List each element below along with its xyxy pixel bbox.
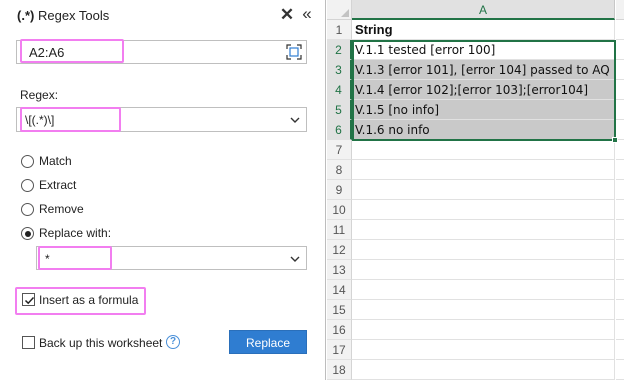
regex-value: \[(.*)\] — [25, 113, 55, 127]
row-header[interactable]: 2 — [327, 40, 352, 60]
table-cell[interactable] — [352, 200, 615, 220]
row-header[interactable]: 6 — [327, 120, 352, 140]
table-cell-next-column[interactable] — [616, 160, 624, 180]
collapse-icon[interactable]: « — [298, 4, 316, 24]
chevron-down-icon[interactable] — [290, 116, 300, 124]
table-cell[interactable]: V.1.4 [error 102];[error 103];[error104] — [352, 80, 615, 100]
row-header[interactable]: 10 — [327, 200, 352, 220]
table-cell[interactable] — [352, 280, 615, 300]
table-cell[interactable]: V.1.1 tested [error 100] — [352, 40, 615, 60]
table-cell-next-column[interactable] — [616, 220, 624, 240]
table-cell[interactable] — [352, 260, 615, 280]
table-cell-next-column[interactable] — [616, 320, 624, 340]
replace-button[interactable]: Replace — [229, 330, 307, 354]
header-cell[interactable]: String — [352, 20, 615, 40]
regex-icon: (.*) — [17, 8, 35, 23]
row-header[interactable]: 4 — [327, 80, 352, 100]
range-input[interactable]: A2:A6 — [16, 40, 307, 64]
row-header[interactable]: 18 — [327, 360, 352, 380]
fill-handle[interactable] — [612, 137, 618, 143]
insert-formula-label[interactable]: Insert as a formula — [39, 293, 138, 307]
replace-with-value: * — [45, 252, 50, 266]
table-cell-next-column[interactable] — [616, 60, 624, 80]
table-cell-next-column[interactable] — [616, 40, 624, 60]
table-cell[interactable] — [352, 300, 615, 320]
table-cell[interactable] — [352, 160, 615, 180]
table-cell-next-column[interactable] — [616, 360, 624, 380]
range-value: A2:A6 — [29, 45, 65, 60]
row-header[interactable]: 1 — [327, 20, 352, 40]
regex-combobox[interactable]: \[(.*)\] — [16, 107, 307, 132]
replace-with-label: Replace with: — [39, 226, 112, 240]
table-cell-next-column[interactable] — [616, 240, 624, 260]
row-header[interactable]: 12 — [327, 240, 352, 260]
row-header[interactable]: 17 — [327, 340, 352, 360]
table-cell[interactable] — [352, 220, 615, 240]
table-cell-next-column[interactable] — [616, 100, 624, 120]
table-cell-next-column[interactable] — [616, 260, 624, 280]
table-cell-next-column[interactable] — [616, 180, 624, 200]
row-header[interactable]: 14 — [327, 280, 352, 300]
row-header[interactable]: 5 — [327, 100, 352, 120]
row-header[interactable]: 7 — [327, 140, 352, 160]
table-cell[interactable] — [352, 320, 615, 340]
remove-label: Remove — [39, 202, 84, 216]
chevron-down-icon[interactable] — [290, 255, 300, 263]
row-header[interactable]: 8 — [327, 160, 352, 180]
table-cell-next-column[interactable] — [616, 140, 624, 160]
close-icon[interactable]: ✕ — [279, 5, 295, 25]
table-cell-next-column[interactable] — [616, 300, 624, 320]
backup-label[interactable]: Back up this worksheet — [39, 336, 162, 350]
extract-radio[interactable] — [21, 179, 34, 192]
table-cell[interactable] — [352, 240, 615, 260]
match-label: Match — [39, 154, 72, 168]
table-cell[interactable] — [352, 340, 615, 360]
table-cell-next-column[interactable] — [616, 80, 624, 100]
row-header[interactable]: 11 — [327, 220, 352, 240]
pane-title-text: Regex Tools — [37, 8, 110, 23]
replace-with-radio[interactable] — [21, 227, 34, 240]
table-cell[interactable] — [352, 180, 615, 200]
replace-with-combobox[interactable]: * — [36, 246, 307, 270]
table-cell[interactable] — [352, 140, 615, 160]
select-range-icon[interactable] — [286, 44, 302, 60]
table-cell[interactable] — [352, 360, 615, 380]
worksheet: A 1 String 2 V.1.1 tested [error 100] 3 V.1.3… — [327, 0, 624, 380]
row-header[interactable]: 13 — [327, 260, 352, 280]
select-all-corner[interactable] — [327, 0, 352, 20]
table-cell-next-column[interactable] — [616, 20, 624, 40]
row-header[interactable]: 3 — [327, 60, 352, 80]
insert-formula-checkbox[interactable] — [22, 293, 35, 306]
row-header[interactable]: 9 — [327, 180, 352, 200]
table-cell[interactable]: V.1.3 [error 101], [error 104] passed to… — [352, 60, 615, 80]
pane-title: (.*) Regex Tools — [17, 8, 109, 23]
extract-label: Extract — [39, 178, 77, 192]
regex-label: Regex: — [20, 88, 59, 102]
remove-radio[interactable] — [21, 203, 34, 216]
match-radio[interactable] — [21, 155, 34, 168]
row-header[interactable]: 15 — [327, 300, 352, 320]
table-cell-next-column[interactable] — [616, 280, 624, 300]
check-icon — [24, 296, 35, 305]
column-header-a[interactable]: A — [352, 0, 615, 20]
table-cell-next-column[interactable] — [616, 200, 624, 220]
row-header[interactable]: 16 — [327, 320, 352, 340]
table-cell[interactable]: V.1.6 no info — [352, 120, 615, 140]
column-header-next[interactable] — [616, 0, 624, 20]
table-cell[interactable]: V.1.5 [no info] — [352, 100, 615, 120]
help-icon[interactable]: ? — [166, 335, 180, 349]
backup-checkbox[interactable] — [22, 336, 35, 349]
regex-tools-pane: (.*) Regex Tools ✕ « A2:A6 Regex: \[(.*)… — [0, 0, 326, 380]
table-cell-next-column[interactable] — [616, 340, 624, 360]
